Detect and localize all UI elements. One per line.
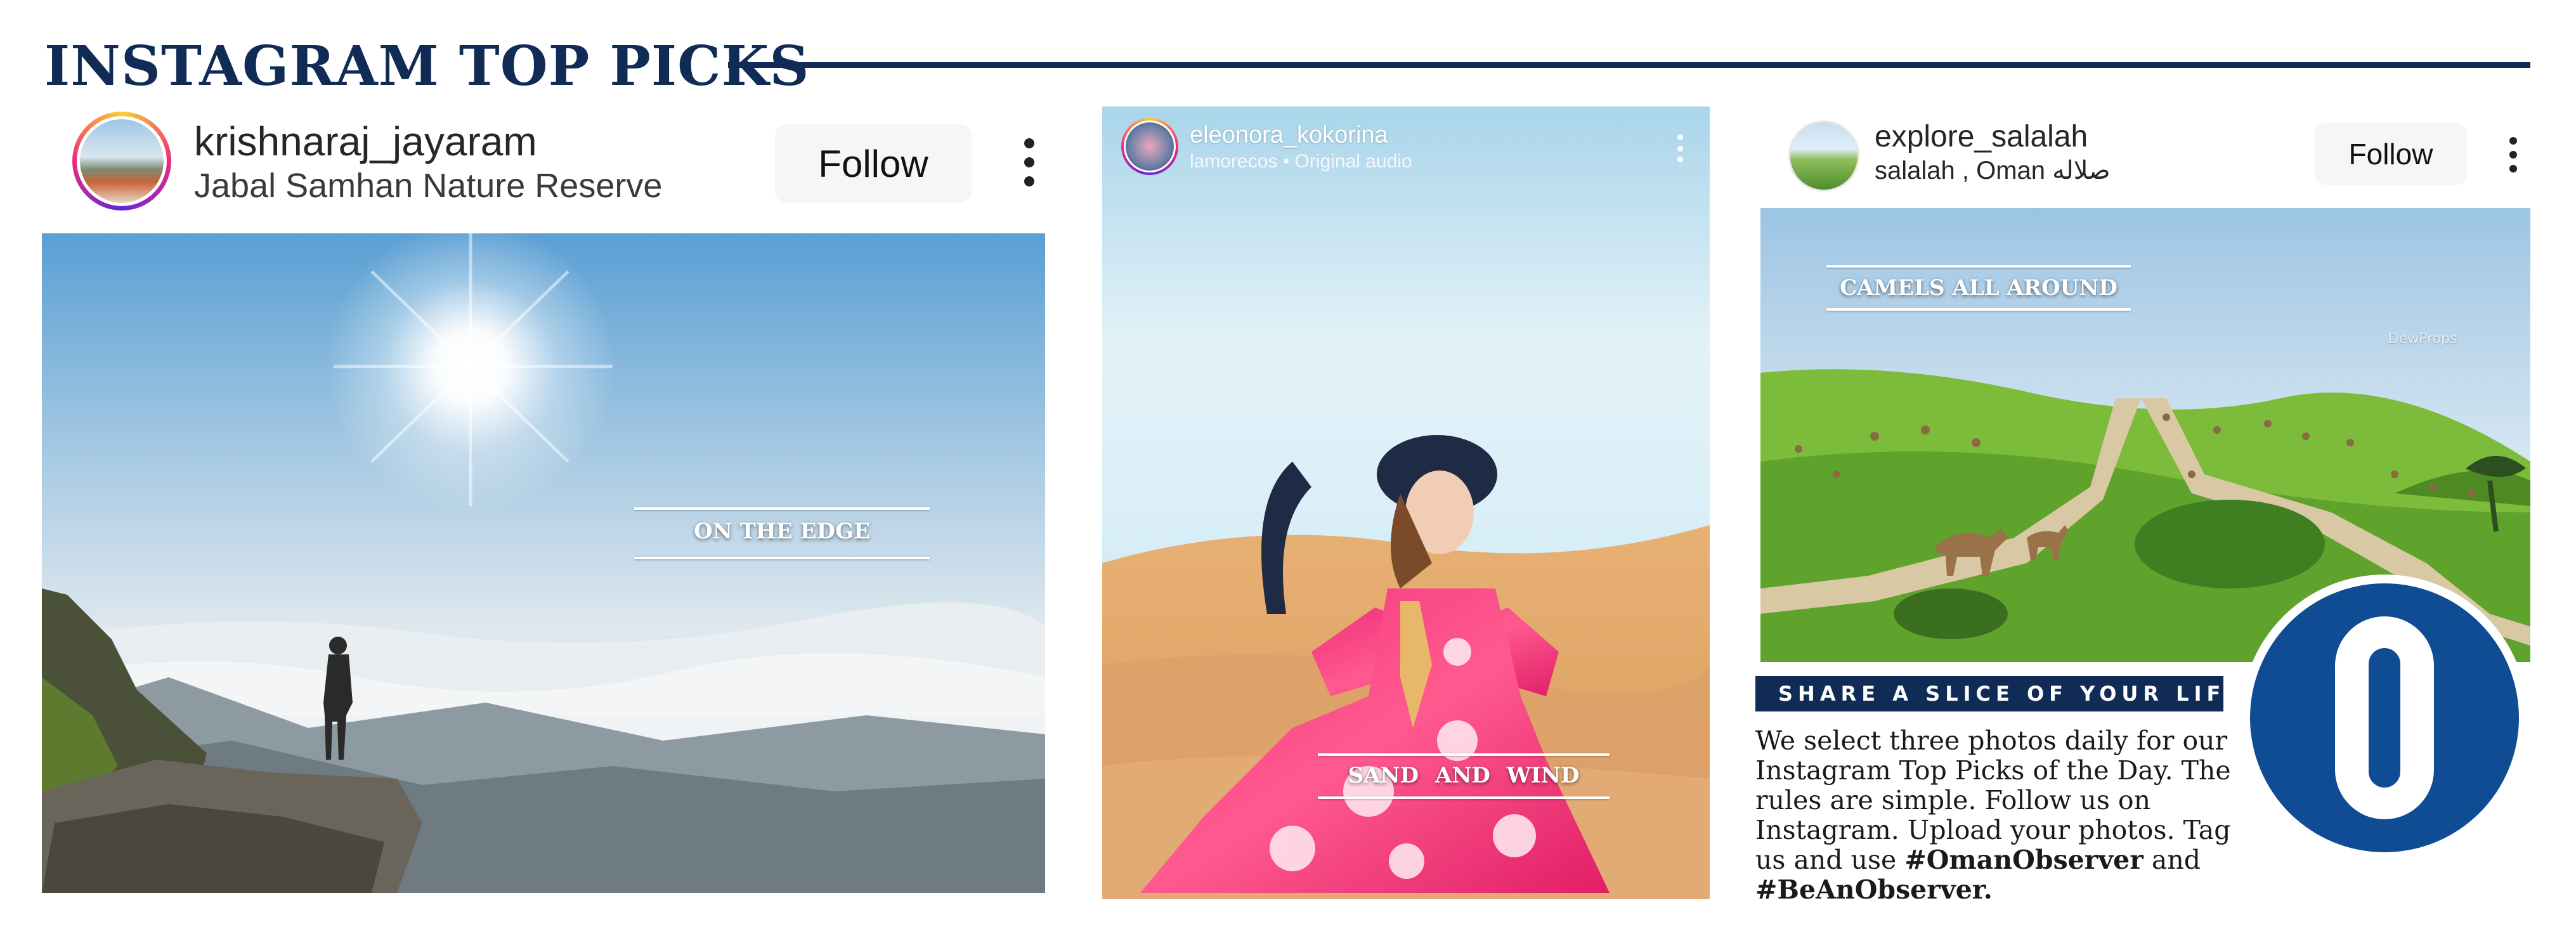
location[interactable]: Jabal Samhan Nature Reserve: [194, 166, 662, 205]
hashtag-beanobserver[interactable]: #BeAnObserver.: [1755, 874, 1993, 905]
more-options-icon[interactable]: [2504, 137, 2523, 172]
location[interactable]: salalah , Oman صلاله: [1875, 156, 2111, 185]
avatar[interactable]: [1788, 120, 1859, 192]
caption-rule-bottom: [634, 557, 930, 559]
hashtag-omanobserver[interactable]: #OmanObserver: [1904, 845, 2143, 875]
username[interactable]: explore_salalah: [1875, 119, 2088, 154]
caption-rule-top: [634, 507, 930, 510]
caption-rule-top: [1318, 753, 1610, 756]
username[interactable]: eleonora_kokorina: [1190, 122, 1388, 149]
photo-caption: SAND AND WIND: [1348, 763, 1580, 788]
share-text-2: and: [2143, 845, 2201, 875]
audio-label[interactable]: lamorecos • Original audio: [1190, 151, 1412, 172]
caption-rule-bottom: [1826, 308, 2131, 311]
photo-caption: CAMELS ALL AROUND: [1840, 275, 2117, 301]
post-photo[interactable]: [42, 233, 1045, 893]
username[interactable]: krishnaraj_jayaram: [194, 118, 537, 165]
follow-button[interactable]: Follow: [2315, 123, 2467, 185]
share-banner: SHARE A SLICE OF YOUR LIFE: [1755, 676, 2239, 711]
follow-button[interactable]: Follow: [775, 124, 972, 203]
photo-watermark: DewProps: [2388, 331, 2457, 347]
avatar[interactable]: [72, 112, 171, 211]
more-options-icon[interactable]: [1670, 134, 1689, 162]
more-options-icon[interactable]: [1020, 138, 1039, 186]
title-rule: [728, 62, 2530, 68]
caption-rule-bottom: [1318, 796, 1610, 799]
caption-rule-top: [1826, 265, 2131, 268]
photo-caption: ON THE EDGE: [693, 519, 871, 544]
share-description: We select three photos daily for our Ins…: [1755, 726, 2250, 905]
oman-observer-logo: [2239, 572, 2530, 864]
section-title: INSTAGRAM TOP PICKS: [44, 34, 810, 98]
avatar[interactable]: [1121, 118, 1178, 175]
